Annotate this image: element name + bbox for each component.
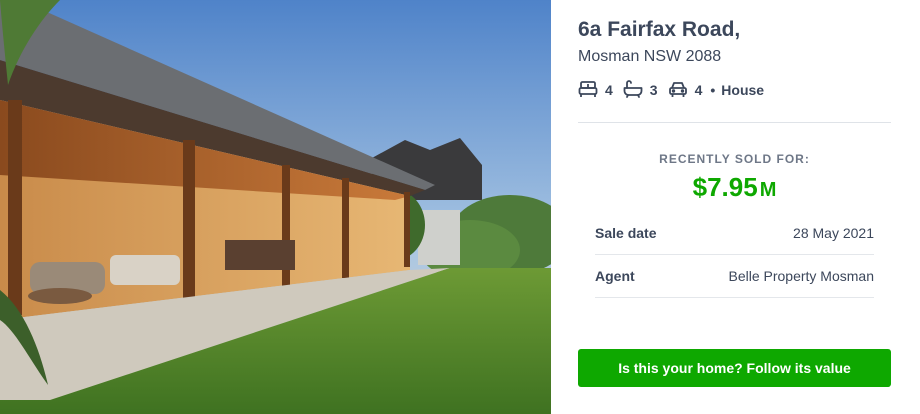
row-divider bbox=[595, 297, 874, 298]
detail-key: Agent bbox=[595, 268, 635, 284]
parking-count: 4 bbox=[694, 82, 703, 98]
feature-beds: 4 bbox=[578, 80, 613, 101]
feature-parking: 4 bbox=[668, 80, 703, 101]
feature-baths: 3 bbox=[623, 79, 658, 101]
property-type: House bbox=[721, 82, 765, 98]
detail-row-sale-date: Sale date 28 May 2021 bbox=[595, 212, 874, 254]
sold-price-amount: $7.95 bbox=[692, 172, 758, 202]
bed-icon bbox=[578, 80, 605, 101]
address-street: 6a Fairfax Road, bbox=[578, 18, 741, 41]
detail-key: Sale date bbox=[595, 225, 657, 241]
bath-icon bbox=[623, 79, 650, 101]
listing-panel: 6a Fairfax Road, Mosman NSW 2088 4 3 4 •… bbox=[578, 0, 891, 414]
car-icon bbox=[668, 80, 695, 101]
property-photo[interactable] bbox=[0, 0, 551, 414]
sold-price-suffix: M bbox=[759, 179, 777, 201]
sold-price: $7.95 M bbox=[578, 172, 891, 203]
beds-count: 4 bbox=[605, 82, 613, 98]
detail-value[interactable]: Belle Property Mosman bbox=[728, 268, 874, 284]
detail-value: 28 May 2021 bbox=[793, 225, 874, 241]
follow-value-button[interactable]: Is this your home? Follow its value bbox=[578, 349, 891, 387]
baths-count: 3 bbox=[649, 82, 658, 98]
address-suburb: Mosman NSW 2088 bbox=[578, 48, 722, 65]
property-features: 4 3 4 • House bbox=[578, 79, 765, 101]
detail-row-agent: Agent Belle Property Mosman bbox=[595, 255, 874, 297]
section-divider bbox=[578, 122, 891, 123]
feature-separator: • bbox=[710, 82, 716, 98]
sold-label: RECENTLY SOLD FOR: bbox=[659, 152, 810, 166]
property-photo-illustration bbox=[0, 0, 551, 414]
